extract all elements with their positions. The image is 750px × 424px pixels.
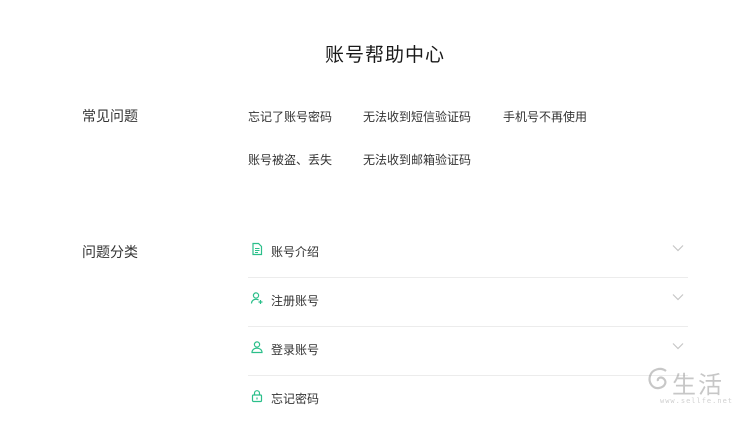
category-item-forgot-password[interactable]: 忘记密码 bbox=[248, 375, 688, 424]
faq-link-no-sms-code[interactable]: 无法收到短信验证码 bbox=[363, 108, 471, 125]
watermark-logo: 生活 www.sellfe.net bbox=[646, 363, 746, 407]
lock-icon bbox=[251, 390, 263, 403]
watermark-text: 生活 bbox=[672, 371, 724, 399]
faq-link-no-email-code[interactable]: 无法收到邮箱验证码 bbox=[363, 151, 471, 168]
category-item-account-intro[interactable]: 账号介绍 bbox=[248, 228, 688, 278]
watermark-url: www.sellfe.net bbox=[660, 397, 734, 405]
swirl-logo-icon bbox=[648, 367, 667, 390]
category-item-login[interactable]: 登录账号 bbox=[248, 326, 688, 376]
category-item-label: 忘记密码 bbox=[271, 392, 320, 406]
user-add-icon bbox=[250, 292, 263, 304]
faq-link-forgot-password[interactable]: 忘记了账号密码 bbox=[248, 108, 332, 125]
page-title: 账号帮助中心 bbox=[324, 44, 445, 66]
category-section-label: 问题分类 bbox=[82, 245, 138, 261]
faq-section-label: 常见问题 bbox=[82, 109, 138, 125]
category-item-label: 注册账号 bbox=[271, 294, 320, 308]
user-login-icon bbox=[251, 341, 263, 354]
category-item-register[interactable]: 注册账号 bbox=[248, 277, 688, 327]
category-item-label: 登录账号 bbox=[271, 343, 320, 357]
faq-link-account-stolen[interactable]: 账号被盗、丢失 bbox=[248, 151, 332, 168]
faq-link-phone-no-longer-used[interactable]: 手机号不再使用 bbox=[503, 108, 587, 125]
chevron-down-icon bbox=[672, 245, 684, 252]
document-icon bbox=[252, 242, 263, 256]
chevron-down-icon bbox=[672, 343, 684, 350]
chevron-down-icon bbox=[672, 294, 684, 301]
category-item-label: 账号介绍 bbox=[271, 245, 320, 259]
